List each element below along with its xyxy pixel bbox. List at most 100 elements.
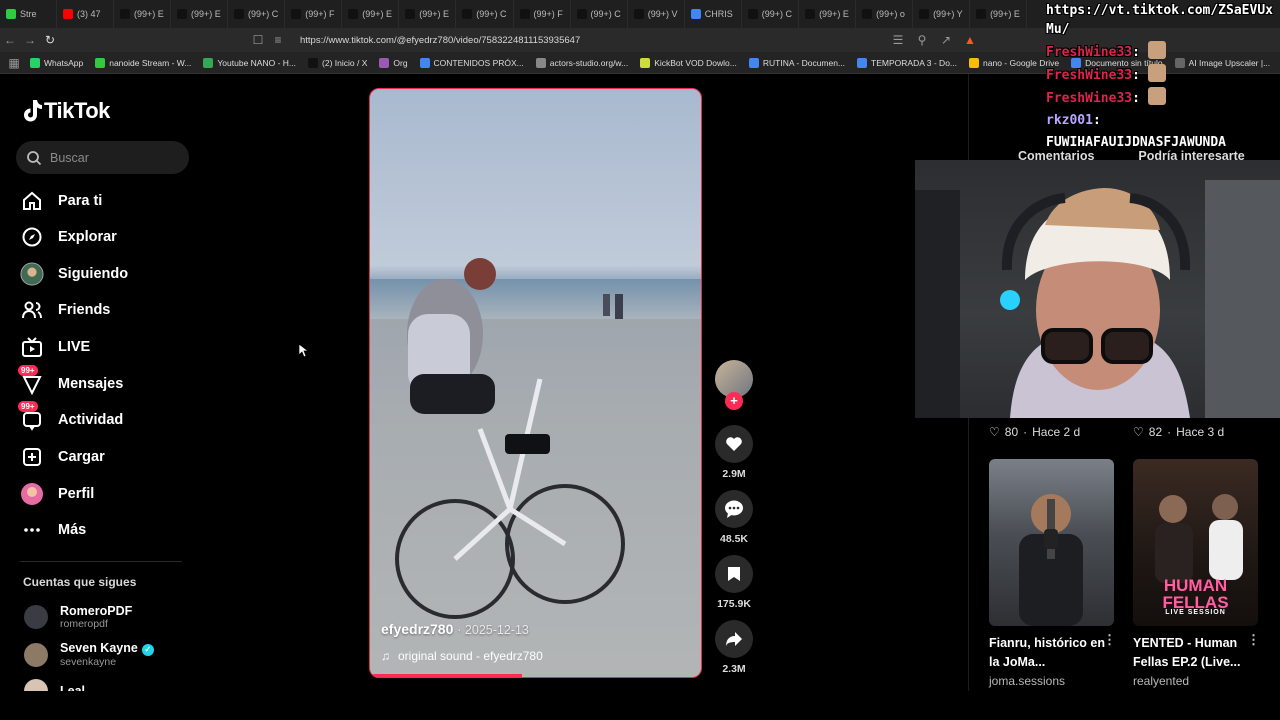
bookmark-label: Youtube NANO - H... — [217, 57, 297, 68]
tab-favicon-icon — [462, 9, 473, 19]
reload-icon[interactable]: ↻ — [40, 30, 60, 50]
share-button[interactable]: 2.3M — [714, 620, 754, 675]
bookmark-item[interactable]: nanoide Stream - W... — [89, 57, 197, 68]
recommendation-thumbnail[interactable] — [989, 459, 1114, 626]
like-button[interactable]: 2.9M — [714, 425, 754, 480]
messages-icon: 99+ — [18, 365, 44, 396]
browser-tab[interactable]: (99+) F — [285, 0, 343, 28]
save-button[interactable]: 175.9K — [714, 555, 754, 610]
chat-username: FreshWine33 — [1046, 91, 1133, 106]
tab-label: (99+) E — [362, 9, 393, 19]
verified-badge-icon: ✓ — [141, 644, 154, 656]
bookmark-item[interactable]: Org — [373, 57, 413, 68]
tab-label: (99+) E — [419, 9, 450, 19]
browser-tab[interactable]: Stre — [0, 0, 57, 28]
sidebar-item-mensajes[interactable]: 99+ Mensajes — [18, 365, 124, 398]
chat-separator: : — [1132, 45, 1148, 60]
more-options-icon[interactable]: ⋮ — [1103, 632, 1116, 648]
creator-avatar-button[interactable]: + — [714, 360, 754, 410]
more-options-icon[interactable]: ⋮ — [1247, 632, 1260, 648]
chat-emote-icon — [1147, 87, 1166, 105]
recommendation-author[interactable]: joma.sessions — [989, 674, 1065, 688]
browser-tab[interactable]: (99+) C — [456, 0, 514, 28]
browser-tab[interactable]: CHRIS — [685, 0, 742, 28]
sidebar-item-friends[interactable]: Friends — [20, 296, 110, 324]
sidebar-item-perfil[interactable]: Perfil — [20, 480, 94, 508]
bookmark-item[interactable]: RUTINA - Documen... — [743, 57, 851, 68]
url-input[interactable]: https://www.tiktok.com/@efyedrz780/video… — [300, 35, 580, 46]
notification-badge: 99+ — [18, 365, 38, 376]
bookmark-item[interactable]: KickBot VOD Dowlo... — [634, 57, 743, 68]
follow-plus-icon[interactable]: + — [725, 392, 743, 410]
chat-messages: FreshWine33: FreshWine33: FreshWine33: r… — [1046, 41, 1280, 132]
sidebar-item-label: Cargar — [58, 449, 105, 465]
sidebar-item-cargar[interactable]: Cargar — [20, 443, 105, 471]
bookmark-favicon-icon — [535, 57, 546, 68]
bookmark-icon — [715, 555, 753, 593]
forward-icon[interactable]: → — [20, 30, 40, 50]
recommendation-title[interactable]: YENTED - Human Fellas EP.2 (Live... — [1133, 634, 1257, 672]
account-name: Seven Kayne ✓ — [60, 641, 154, 656]
zoom-icon[interactable]: ⚲ — [912, 30, 932, 50]
tab-label: (99+) E — [990, 9, 1020, 19]
browser-tab[interactable]: (99+) E — [970, 0, 1028, 28]
tab-label: (99+) E — [191, 9, 221, 19]
video-author[interactable]: efyedrz780 — [381, 621, 453, 637]
bookmark-item[interactable]: Youtube NANO - H... — [197, 57, 302, 68]
translate-icon[interactable]: ☰ — [888, 30, 908, 50]
following-account[interactable]: RomeroPDF romeropdf — [24, 604, 132, 630]
browser-tab[interactable]: (99+) F — [514, 0, 571, 28]
site-settings-icon[interactable]: ≡ — [268, 30, 288, 50]
following-account[interactable]: Seven Kayne ✓ sevenkayne — [24, 641, 154, 668]
video-progress-bar[interactable] — [370, 674, 523, 677]
bookmark-item[interactable]: WhatsApp — [24, 57, 89, 68]
browser-tab[interactable]: (99+) V — [628, 0, 685, 28]
sidebar-item-label: LIVE — [58, 339, 91, 355]
browser-tab[interactable]: (99+) E — [799, 0, 857, 28]
video-player[interactable]: efyedrz780 · 2025-12-13 ♫ original sound… — [369, 88, 702, 678]
sidebar-item-para-ti[interactable]: Para ti — [20, 187, 102, 215]
brave-shield-icon[interactable]: ▲ — [960, 30, 980, 50]
sidebar-item-más[interactable]: Más — [20, 516, 86, 544]
tiktok-logo[interactable]: TikTok — [22, 98, 110, 124]
browser-tab[interactable]: (99+) E — [171, 0, 228, 28]
browser-tab[interactable]: (99+) C — [742, 0, 800, 28]
sidebar-item-actividad[interactable]: 99+ Actividad — [18, 401, 123, 434]
search-box[interactable] — [16, 141, 189, 174]
thumb-overlay-sub: LIVE SESSION — [1165, 609, 1226, 616]
sidebar-item-explorar[interactable]: Explorar — [20, 223, 117, 251]
back-icon[interactable]: ← — [0, 30, 20, 50]
sidebar-item-live[interactable]: LIVE — [20, 333, 90, 361]
recommendation-title[interactable]: Fianru, histórico en la JoMa... — [989, 634, 1113, 672]
tab-favicon-icon — [405, 9, 416, 19]
chat-shout: FUWIHAFAUIJDNASFJAWUNDA — [1046, 135, 1227, 150]
bookmark-item[interactable]: actors-studio.org/w... — [530, 57, 634, 68]
browser-tab[interactable]: (99+) Y — [913, 0, 971, 28]
share-icon[interactable]: ↗ — [936, 30, 956, 50]
search-input[interactable] — [50, 150, 170, 165]
chat-username: FreshWine33 — [1046, 68, 1133, 83]
video-sound[interactable]: ♫ original sound - efyedrz780 — [381, 649, 543, 663]
browser-tab[interactable]: (99+) C — [571, 0, 628, 28]
browser-tab[interactable]: (99+) C — [228, 0, 286, 28]
bookmark-item[interactable]: CONTENIDOS PRÓX... — [414, 57, 530, 68]
comment-button[interactable]: 48.5K — [714, 490, 754, 545]
browser-tab[interactable]: (99+) E — [399, 0, 457, 28]
apps-grid-icon[interactable]: ▦ — [4, 53, 24, 73]
prev-ago: Hace 3 d — [1176, 425, 1225, 439]
browser-tab[interactable]: (99+) E — [114, 0, 171, 28]
browser-tab[interactable]: (99+) o — [856, 0, 914, 28]
recommendation-author[interactable]: realyented — [1133, 674, 1189, 688]
bookmark-icon[interactable]: ☐ — [248, 30, 268, 50]
heart-icon — [715, 425, 753, 463]
bookmark-item[interactable]: TEMPORADA 3 - Do... — [851, 57, 963, 68]
bookmark-item[interactable]: (2) Inicio / X — [302, 57, 373, 68]
sidebar-item-label: Perfil — [58, 486, 95, 502]
browser-tab[interactable]: (3) 47 — [57, 0, 114, 28]
sidebar-item-label: Mensajes — [58, 376, 124, 392]
recommendation-thumbnail[interactable]: HUMAN FELLAS LIVE SESSION — [1133, 459, 1258, 626]
tab-favicon-icon — [348, 9, 359, 19]
sidebar-item-siguiendo[interactable]: Siguiendo — [20, 260, 128, 288]
sidebar-item-label: Para ti — [58, 193, 103, 209]
browser-tab[interactable]: (99+) E — [342, 0, 400, 28]
